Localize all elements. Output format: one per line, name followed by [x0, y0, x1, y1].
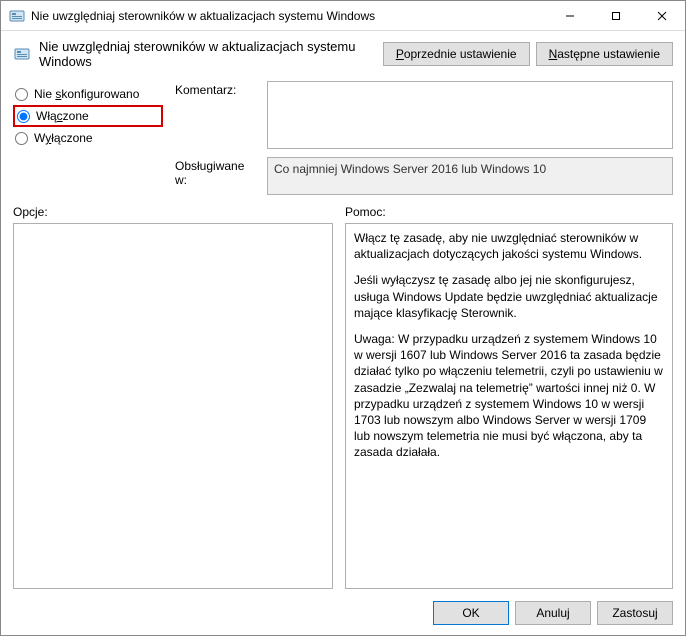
help-paragraph: Włącz tę zasadę, aby nie uwzględniać ste… [354, 230, 664, 262]
supported-label: Obsługiwane w: [175, 157, 257, 187]
radio-not-configured-input[interactable] [15, 88, 28, 101]
titlebar: Nie uwzględniaj sterowników w aktualizac… [1, 1, 685, 31]
help-panel: Włącz tę zasadę, aby nie uwzględniać ste… [345, 223, 673, 589]
app-icon [9, 8, 25, 24]
maximize-button[interactable] [593, 1, 639, 31]
policy-icon [13, 45, 31, 63]
options-panel [13, 223, 333, 589]
policy-title: Nie uwzględniaj sterowników w aktualizac… [39, 39, 375, 69]
policy-header: Nie uwzględniaj sterowników w aktualizac… [1, 31, 685, 81]
next-setting-button[interactable]: Następne ustawienie [536, 42, 673, 66]
help-paragraph: Uwaga: W przypadku urządzeń z systemem W… [354, 331, 664, 461]
previous-setting-button[interactable]: Poprzednie ustawienie [383, 42, 530, 66]
window-title: Nie uwzględniaj sterowników w aktualizac… [31, 9, 547, 23]
dialog-footer: OK Anuluj Zastosuj [1, 593, 685, 635]
radio-enabled[interactable]: Włączone [13, 105, 163, 127]
radio-not-configured-label: Nie skonfigurowano [34, 87, 139, 101]
state-radio-group: Nie skonfigurowano Włączone Wyłączone [13, 81, 163, 195]
close-button[interactable] [639, 1, 685, 31]
help-label: Pomoc: [345, 205, 673, 219]
comment-input[interactable] [267, 81, 673, 149]
supported-value: Co najmniej Windows Server 2016 lub Wind… [267, 157, 673, 195]
radio-enabled-input[interactable] [17, 110, 30, 123]
apply-button[interactable]: Zastosuj [597, 601, 673, 625]
ok-button[interactable]: OK [433, 601, 509, 625]
next-rest: astępne ustawienie [557, 47, 660, 61]
radio-disabled-input[interactable] [15, 132, 28, 145]
radio-disabled[interactable]: Wyłączone [13, 127, 163, 149]
comment-label: Komentarz: [175, 81, 257, 97]
radio-not-configured[interactable]: Nie skonfigurowano [13, 83, 163, 105]
help-paragraph: Jeśli wyłączysz tę zasadę albo jej nie s… [354, 272, 664, 321]
cancel-button[interactable]: Anuluj [515, 601, 591, 625]
minimize-button[interactable] [547, 1, 593, 31]
radio-disabled-label: Wyłączone [34, 131, 93, 145]
radio-enabled-label: Włączone [36, 109, 89, 123]
window-controls [547, 1, 685, 31]
options-label: Opcje: [13, 205, 333, 219]
prev-rest: oprzednie ustawienie [404, 47, 517, 61]
